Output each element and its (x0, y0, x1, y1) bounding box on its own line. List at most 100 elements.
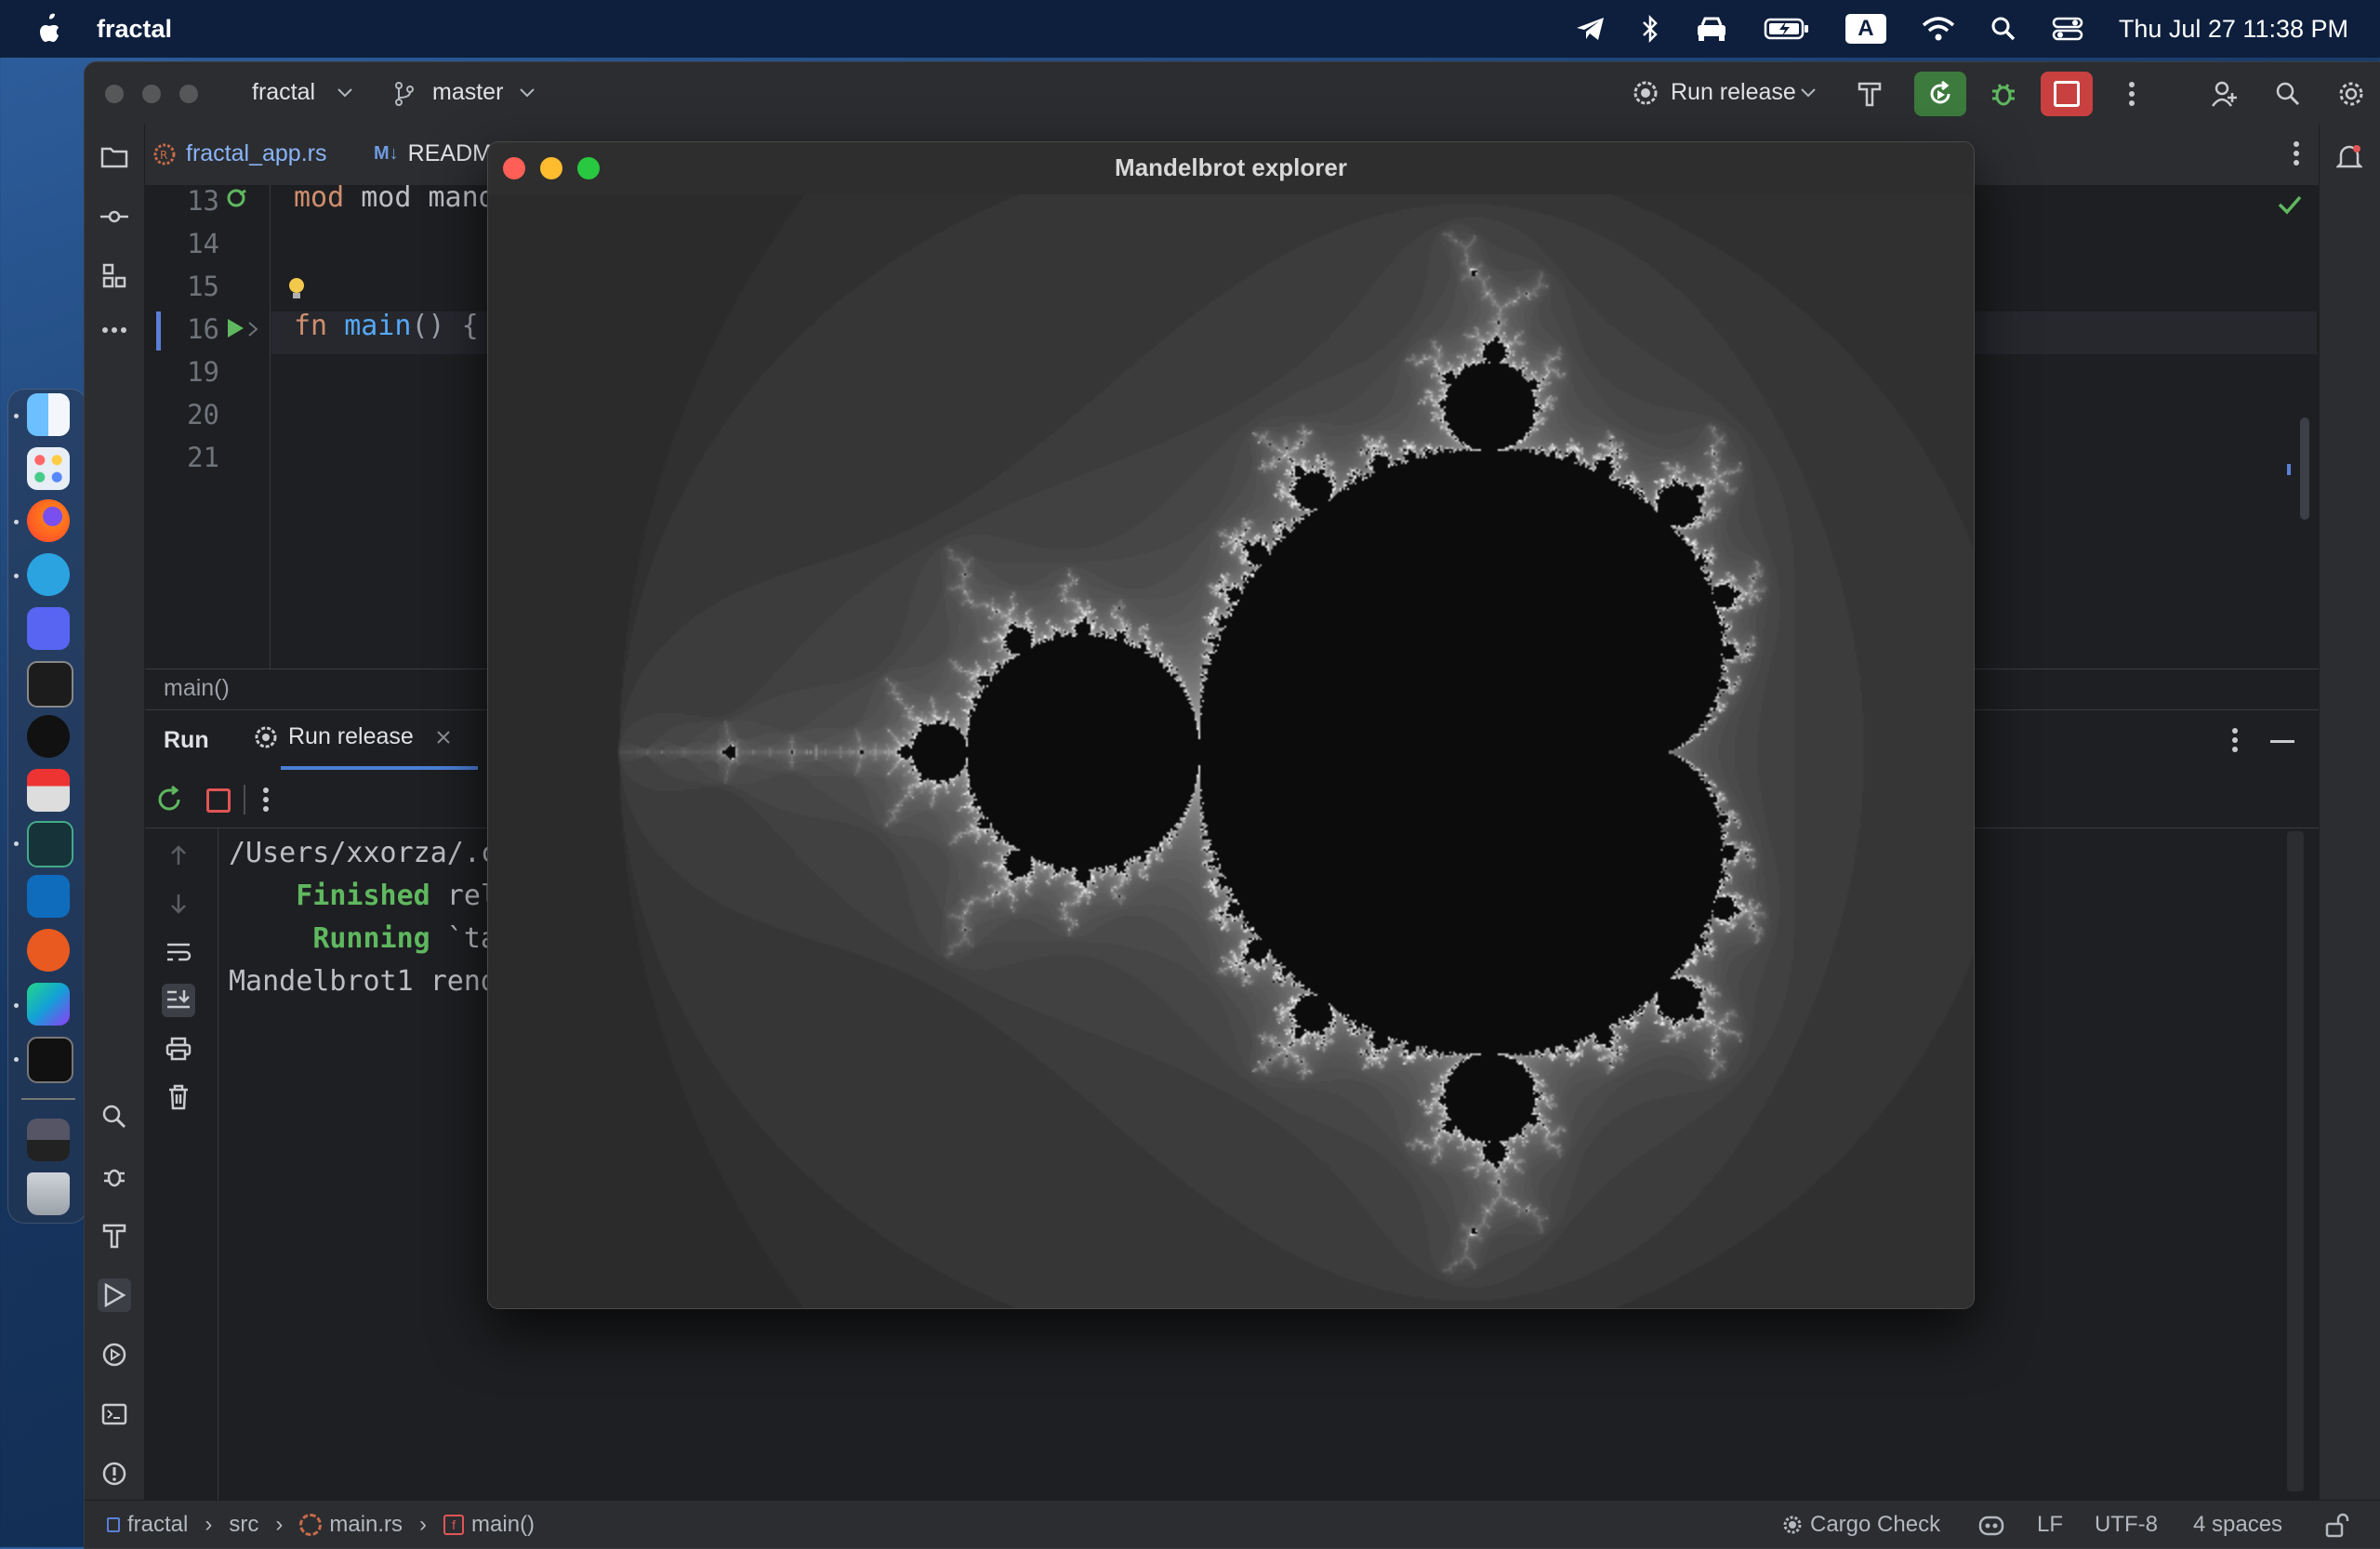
path-file[interactable]: main.rs (329, 1512, 403, 1538)
search-everywhere-icon[interactable] (2269, 75, 2307, 113)
more-tool-windows-icon[interactable] (98, 313, 131, 347)
problems-icon[interactable] (98, 1457, 131, 1490)
line-number: 19 (187, 356, 219, 388)
right-tool-window-bar (2319, 124, 2380, 1548)
build-icon[interactable] (98, 1219, 131, 1252)
run-configuration-selector[interactable]: Run release (1671, 79, 1796, 106)
console-scrollbar[interactable] (2287, 831, 2304, 1491)
chatgpt-icon[interactable] (27, 715, 70, 758)
project-folder-icon[interactable] (98, 140, 131, 174)
launchpad-icon[interactable] (27, 447, 70, 490)
structure-icon[interactable] (98, 259, 131, 293)
add-user-icon[interactable] (2206, 75, 2243, 113)
mandelbrot-title-bar[interactable]: Mandelbrot explorer (488, 142, 1974, 195)
soft-wrap-icon[interactable] (162, 935, 195, 969)
battery-icon[interactable] (1764, 17, 1810, 41)
mandelbrot-render-area[interactable] (488, 194, 1974, 1308)
services-icon[interactable] (98, 1338, 131, 1371)
terminal-tool-icon[interactable] (98, 1397, 131, 1431)
line-separator-widget[interactable]: LF (2037, 1512, 2063, 1538)
run-panel-options-icon[interactable] (2231, 727, 2239, 758)
path-src[interactable]: src (229, 1512, 258, 1538)
tab-fractal-app-rs[interactable]: R fractal_app.rs (152, 140, 326, 167)
console-app-icon[interactable] (27, 1037, 73, 1083)
spotlight-search-icon[interactable] (1990, 16, 2016, 42)
status-path: fractal › src › main.rs › f main() (107, 1512, 535, 1538)
discord-icon[interactable] (27, 607, 70, 650)
telegram-icon[interactable] (1576, 16, 1606, 42)
close-window-button[interactable] (105, 85, 124, 103)
path-project[interactable]: fractal (127, 1512, 188, 1538)
clion-icon[interactable] (27, 983, 70, 1026)
input-source-indicator[interactable]: A (1844, 14, 1886, 44)
ide-title-bar: fractal master Run release (85, 62, 2380, 125)
minimize-window-button[interactable] (142, 85, 161, 103)
debug-icon[interactable] (98, 1159, 131, 1193)
no-problems-check-icon[interactable] (2278, 194, 2302, 215)
branch-selector[interactable]: master (432, 79, 503, 106)
stop-button[interactable] (2041, 72, 2093, 116)
ai-assistant-icon[interactable] (1977, 1512, 2005, 1538)
wifi-icon[interactable] (1922, 16, 1955, 42)
code-line-16: fn main() { r (294, 310, 512, 342)
rerun-icon[interactable] (154, 785, 184, 814)
terminal-icon[interactable] (27, 661, 73, 708)
fold-chevron-icon[interactable] (247, 321, 258, 338)
commit-icon[interactable] (98, 200, 131, 233)
mandelbrot-canvas[interactable] (488, 194, 1974, 1308)
breadcrumb-function[interactable]: main() (164, 675, 230, 702)
build-hammer-icon[interactable] (1851, 75, 1888, 113)
left-tool-window-bar (85, 124, 145, 1548)
status-bar: fractal › src › main.rs › f main() Cargo… (85, 1500, 2380, 1548)
tab-more-icon[interactable] (2293, 140, 2300, 171)
intention-lightbulb-icon[interactable] (286, 276, 307, 302)
trash-icon[interactable] (27, 1172, 70, 1215)
tab-readme[interactable]: M↓ READM (374, 140, 492, 167)
zoom-window-button[interactable] (179, 85, 198, 103)
notifications-bell-icon[interactable] (2333, 140, 2366, 174)
project-selector[interactable]: fractal (252, 79, 315, 106)
run-gutter-icon[interactable] (225, 317, 245, 339)
cargo-check-widget[interactable]: Cargo Check (1782, 1512, 1940, 1538)
firefox-icon[interactable] (27, 499, 70, 542)
activity-monitor-icon[interactable] (27, 821, 73, 867)
tab-label: READM (407, 140, 492, 166)
rerun-gutter-icon[interactable] (225, 187, 249, 211)
rust-run-icon (255, 726, 277, 748)
rerun-button[interactable] (1914, 72, 1966, 116)
scroll-to-end-icon[interactable] (162, 984, 195, 1017)
indent-widget[interactable]: 4 spaces (2193, 1512, 2282, 1538)
menubar-app-name[interactable]: fractal (97, 15, 172, 44)
more-actions-icon[interactable] (2113, 75, 2150, 113)
car-icon[interactable] (1695, 16, 1728, 42)
run-release-tab[interactable]: Run release (253, 723, 451, 750)
find-icon[interactable] (98, 1100, 131, 1133)
settings-gear-icon[interactable] (2333, 75, 2370, 113)
path-function[interactable]: main() (471, 1512, 535, 1538)
close-tab-icon[interactable] (436, 730, 451, 745)
downloads-stack-icon[interactable] (27, 1119, 70, 1161)
control-center-icon[interactable] (2052, 16, 2083, 42)
run-tool-window-icon[interactable] (98, 1278, 131, 1312)
stop-process-icon[interactable] (206, 788, 231, 813)
bluetooth-icon[interactable] (1641, 15, 1659, 43)
apple-icon[interactable] (35, 13, 63, 45)
editor-scrollbar[interactable] (2300, 417, 2309, 520)
unlock-icon[interactable] (2325, 1512, 2349, 1538)
more-options-icon[interactable] (262, 787, 270, 813)
vscode-icon[interactable] (27, 875, 70, 918)
clear-trash-icon[interactable] (162, 1080, 195, 1114)
print-icon[interactable] (162, 1032, 195, 1066)
scroll-down-icon[interactable] (162, 887, 195, 920)
app-store-gift-icon[interactable] (27, 769, 70, 812)
path-separator-icon: › (205, 1512, 213, 1537)
menubar-clock[interactable]: Thu Jul 27 11:38 PM (2119, 15, 2348, 44)
scroll-up-icon[interactable] (162, 839, 195, 872)
hide-panel-icon[interactable] (2270, 740, 2294, 743)
running-indicator (14, 1003, 19, 1008)
encoding-widget[interactable]: UTF-8 (2095, 1512, 2158, 1538)
sublime-merge-icon[interactable] (27, 929, 70, 972)
telegram-app-icon[interactable] (27, 553, 70, 596)
finder-icon[interactable] (27, 393, 70, 436)
debug-bug-icon[interactable] (1985, 75, 2022, 113)
